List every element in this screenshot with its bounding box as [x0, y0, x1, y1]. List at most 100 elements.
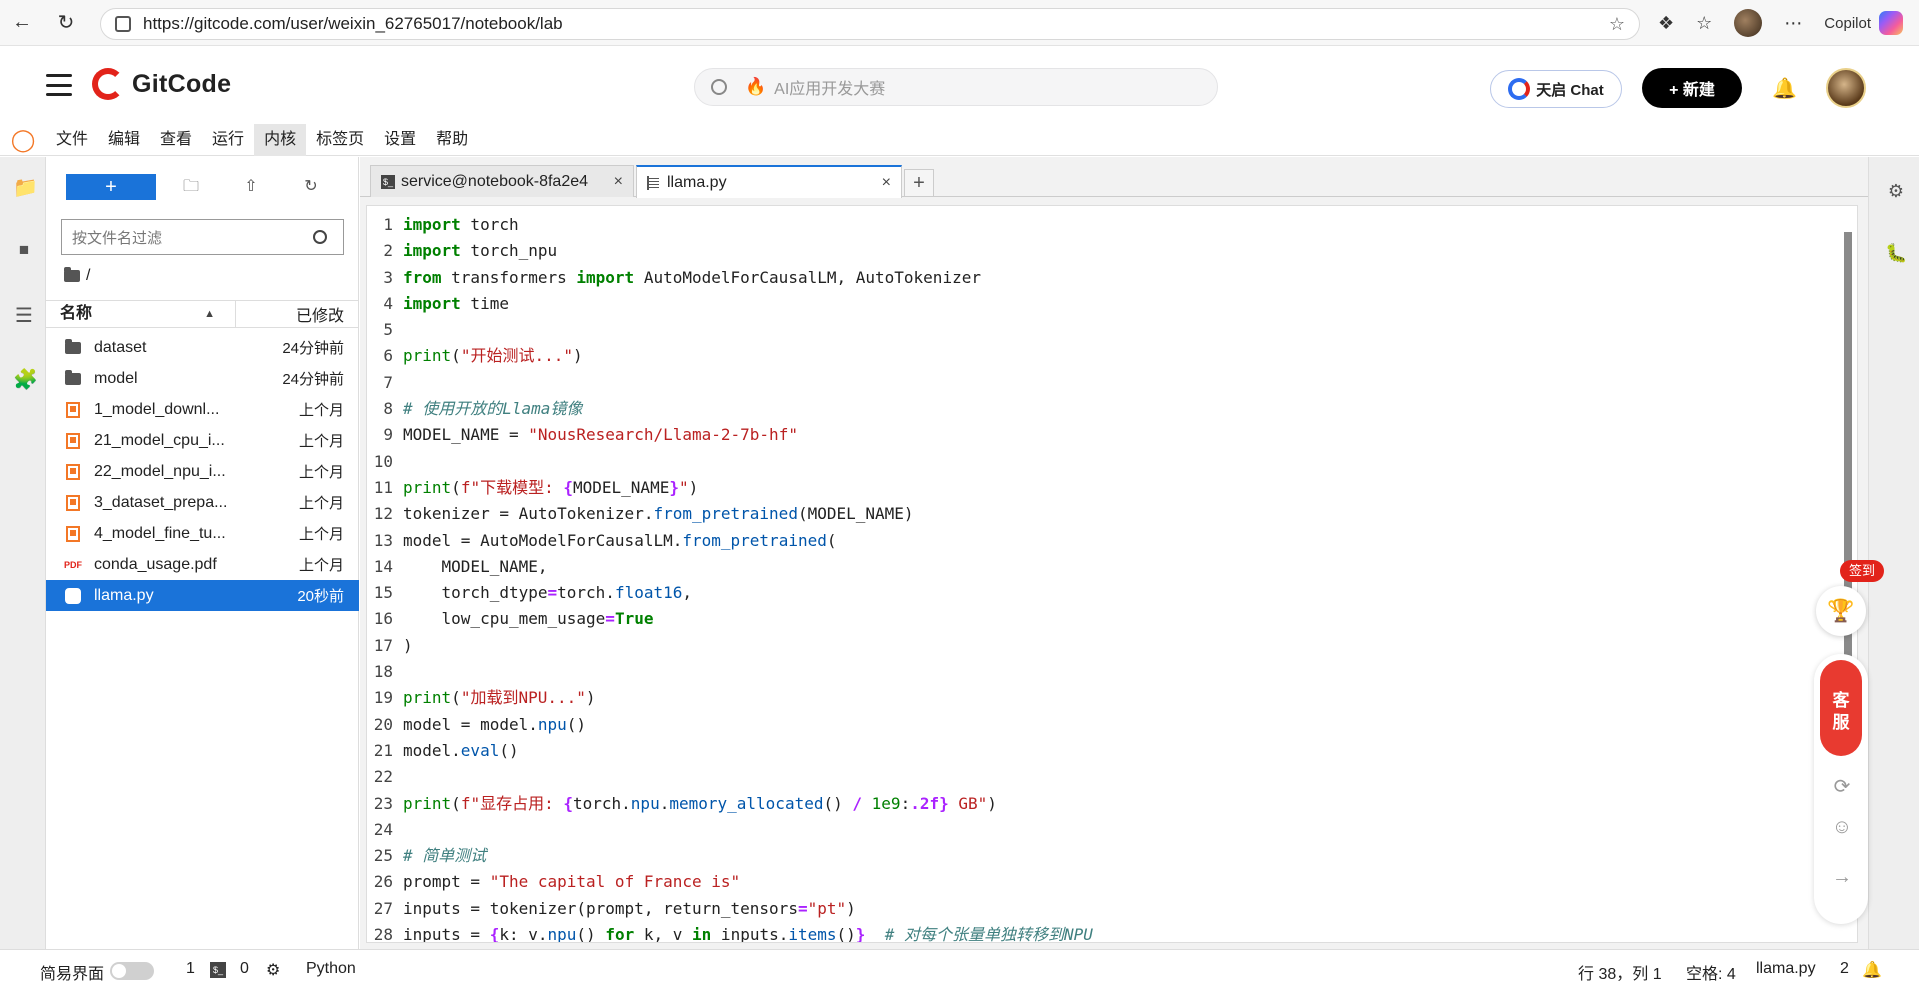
menu-file[interactable]: 文件	[46, 124, 98, 156]
site-info-icon[interactable]	[115, 16, 131, 32]
favorite-star-icon[interactable]: ☆	[1609, 14, 1625, 35]
gitcode-logo[interactable]: GitCode	[92, 68, 231, 100]
file-browser-folder-icon[interactable]: 📁	[13, 177, 38, 199]
code-line: 16 low_cpu_mem_usage=True	[373, 609, 654, 629]
column-modified-header[interactable]: 已修改	[236, 302, 359, 326]
file-modified: 上个月	[298, 557, 344, 574]
user-avatar[interactable]	[1826, 68, 1866, 108]
file-modified: 上个月	[298, 464, 344, 481]
code-line: 20 model = model.npu()	[373, 714, 587, 734]
close-icon[interactable]: ×	[614, 173, 623, 191]
refresh-circle-icon[interactable]: ⟳	[1831, 774, 1853, 798]
close-icon[interactable]: ×	[882, 174, 891, 192]
file-browser-panel: + 🗀 ⇧ ↻ 按文件名过滤 / 名称 ▲ 已修改 dataset 24分钟前 …	[46, 157, 359, 949]
file-row-dataset[interactable]: dataset 24分钟前	[46, 332, 359, 363]
code-line: 18	[373, 662, 393, 682]
file-modified: 上个月	[298, 433, 344, 450]
file-modified: 24分钟前	[282, 371, 344, 388]
reload-icon[interactable]: ↻	[44, 1, 88, 45]
file-row-model[interactable]: model 24分钟前	[46, 363, 359, 394]
menu-edit[interactable]: 编辑	[98, 124, 150, 156]
language-mode[interactable]: Python	[306, 960, 356, 978]
site-search-input[interactable]: 🔥 AI应用开发大赛	[694, 68, 1218, 106]
file-row-notebook[interactable]: 4_model_fine_tu... 上个月	[46, 518, 359, 549]
service-label-2: 服	[1832, 713, 1850, 732]
refresh-icon[interactable]: ↻	[298, 174, 324, 200]
terminal-icon: $_	[381, 174, 395, 189]
menu-help[interactable]: 帮助	[426, 124, 478, 156]
status-bar: 简易界面 1 $_ 0 ⚙ Python 行 38，列 1 空格: 4 llam…	[0, 949, 1919, 989]
file-name: 22_model_npu_i...	[94, 462, 226, 480]
favorites-icon[interactable]: ☆	[1696, 13, 1712, 34]
file-name: 1_model_downl...	[94, 400, 220, 418]
menu-view[interactable]: 查看	[150, 124, 202, 156]
notification-bell-icon[interactable]: 🔔	[1862, 960, 1882, 980]
file-name: 4_model_fine_tu...	[94, 524, 226, 542]
running-kernels-icon[interactable]: ⏹	[13, 239, 35, 261]
file-row-python-selected[interactable]: llama.py 20秒前	[46, 580, 359, 611]
simple-mode-toggle[interactable]	[110, 962, 154, 980]
notification-bell-icon[interactable]: 🔔	[1772, 76, 1797, 101]
document-tabbar: $_ service@notebook-8fa2e4 × llama.py × …	[360, 163, 1868, 198]
menu-run[interactable]: 运行	[202, 124, 254, 156]
file-modified: 20秒前	[297, 588, 344, 605]
property-inspector-gear-icon[interactable]: ⚙	[1885, 181, 1907, 203]
table-of-contents-icon[interactable]: ☰	[13, 305, 35, 327]
menu-hamburger-icon[interactable]	[46, 74, 72, 96]
code-line: 10	[373, 451, 393, 471]
address-bar[interactable]: https://gitcode.com/user/weixin_62765017…	[100, 8, 1640, 40]
copilot-button[interactable]: Copilot	[1824, 11, 1903, 35]
smiley-feedback-icon[interactable]: ☺	[1831, 816, 1853, 838]
arrow-right-icon[interactable]: →	[1831, 866, 1853, 888]
tab-llama-py[interactable]: llama.py ×	[636, 165, 902, 198]
add-tab-button[interactable]: +	[904, 169, 934, 197]
menu-settings[interactable]: 设置	[374, 124, 426, 156]
notebook-icon	[64, 401, 82, 418]
copilot-icon	[1879, 11, 1903, 35]
file-row-notebook[interactable]: 1_model_downl... 上个月	[46, 394, 359, 425]
tianqi-chat-button[interactable]: 天启 Chat	[1490, 70, 1622, 108]
cursor-position[interactable]: 行 38，列 1	[1578, 960, 1662, 984]
customer-service-button[interactable]: 客 服	[1820, 660, 1862, 756]
code-line: 1 import torch	[383, 215, 519, 234]
code-line: 19 print("加载到NPU...")	[373, 688, 596, 708]
folder-icon	[64, 369, 82, 385]
extension-puzzle-icon[interactable]: 🧩	[13, 369, 38, 391]
file-row-notebook[interactable]: 22_model_npu_i... 上个月	[46, 456, 359, 487]
menu-tabs[interactable]: 标签页	[306, 124, 374, 156]
kernel-count[interactable]: 1	[186, 960, 195, 978]
menu-kernel[interactable]: 内核	[254, 123, 307, 156]
tab-terminal[interactable]: $_ service@notebook-8fa2e4 ×	[370, 165, 634, 197]
chat-label: 天启 Chat	[1536, 81, 1604, 99]
jupyter-logo-icon: ◯	[10, 126, 36, 152]
sign-in-badge[interactable]: 签到	[1840, 560, 1884, 582]
new-button[interactable]: + 新建	[1642, 68, 1742, 108]
copilot-label: Copilot	[1824, 14, 1871, 32]
python-file-icon	[64, 587, 82, 604]
file-filter-input[interactable]: 按文件名过滤	[61, 219, 344, 255]
notification-count[interactable]: 2	[1840, 960, 1849, 978]
terminal-count[interactable]: 0	[240, 960, 249, 978]
search-icon	[313, 230, 327, 244]
breadcrumb[interactable]: /	[64, 267, 90, 285]
text-file-icon	[647, 175, 659, 190]
browser-profile-avatar[interactable]	[1734, 9, 1763, 37]
fire-icon: 🔥	[745, 77, 767, 96]
filter-placeholder: 按文件名过滤	[72, 229, 163, 247]
file-row-notebook[interactable]: 3_dataset_prepa... 上个月	[46, 487, 359, 518]
extensions-icon[interactable]: ❖	[1658, 13, 1674, 34]
back-icon[interactable]: ←	[0, 1, 44, 45]
column-name-header[interactable]: 名称 ▲	[46, 300, 236, 328]
debugger-bug-icon[interactable]: 🐛	[1885, 243, 1907, 265]
indent-setting[interactable]: 空格: 4	[1686, 960, 1736, 984]
file-row-pdf[interactable]: PDF conda_usage.pdf 上个月	[46, 549, 359, 580]
trophy-icon[interactable]: 🏆	[1816, 586, 1866, 636]
code-line: 12 tokenizer = AutoTokenizer.from_pretrai…	[373, 504, 914, 524]
upload-icon[interactable]: ⇧	[238, 174, 264, 200]
more-menu-icon[interactable]: ⋯	[1784, 13, 1802, 34]
new-launcher-button[interactable]: +	[66, 174, 156, 200]
new-folder-icon[interactable]: 🗀	[178, 174, 204, 200]
code-line: 24	[373, 819, 393, 839]
code-editor[interactable]: 1 import torch 2 import torch_npu 3 from tr…	[366, 205, 1858, 943]
file-row-notebook[interactable]: 21_model_cpu_i... 上个月	[46, 425, 359, 456]
